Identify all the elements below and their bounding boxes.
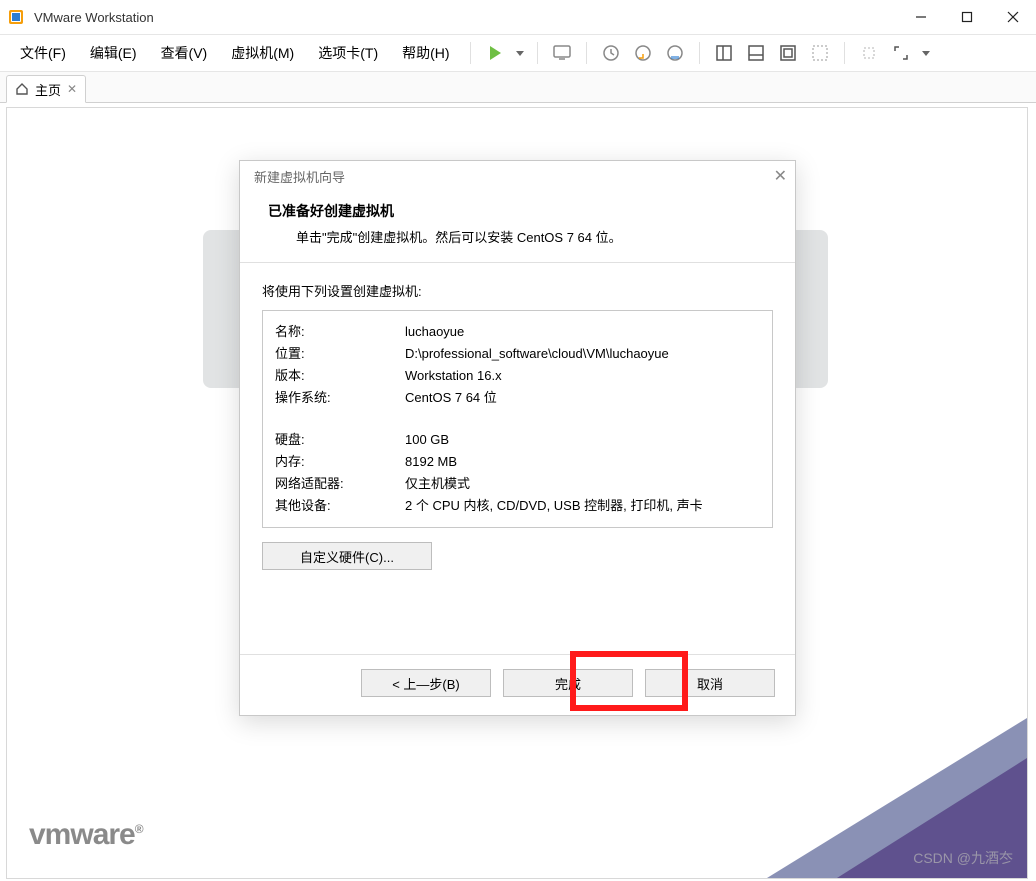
- tab-home[interactable]: 主页 ✕: [6, 75, 86, 103]
- toolbar-separator: [537, 42, 538, 64]
- watermark: CSDN @九酒冭: [913, 848, 1013, 868]
- menu-view[interactable]: 查看(V): [151, 39, 218, 67]
- label-name: 名称:: [275, 321, 405, 343]
- vmware-logo: vmware®: [29, 818, 143, 852]
- menu-vm[interactable]: 虚拟机(M): [221, 39, 304, 67]
- row-disk: 硬盘: 100 GB: [275, 429, 760, 451]
- content-area: 新建虚拟机向导 ✕ 已准备好创建虚拟机 单击"完成"创建虚拟机。然后可以安装 C…: [6, 107, 1028, 879]
- customize-hardware-button[interactable]: 自定义硬件(C)...: [262, 542, 432, 570]
- row-version: 版本: Workstation 16.x: [275, 365, 760, 387]
- label-location: 位置:: [275, 343, 405, 365]
- stretch-guest-icon[interactable]: [855, 39, 883, 67]
- dialog-subtext: 单击"完成"创建虚拟机。然后可以安装 CentOS 7 64 位。: [268, 227, 777, 246]
- label-network: 网络适配器:: [275, 473, 405, 495]
- send-to-vm-icon[interactable]: [548, 39, 576, 67]
- cancel-button[interactable]: 取消: [645, 669, 775, 697]
- fullscreen-dropdown[interactable]: [919, 39, 933, 67]
- dialog-footer: < 上—步(B) 完成 取消: [240, 654, 795, 715]
- value-network: 仅主机模式: [405, 473, 760, 495]
- label-disk: 硬盘:: [275, 429, 405, 451]
- tab-close-icon[interactable]: ✕: [67, 82, 77, 96]
- menu-edit[interactable]: 编辑(E): [80, 39, 147, 67]
- power-on-button[interactable]: [481, 39, 509, 67]
- maximize-button[interactable]: [944, 0, 990, 34]
- titlebar: VMware Workstation: [0, 0, 1036, 35]
- toolbar-separator: [586, 42, 587, 64]
- label-other: 其他设备:: [275, 495, 405, 517]
- view-thumbnail-icon[interactable]: [742, 39, 770, 67]
- vmware-app-icon: [8, 9, 24, 25]
- menu-help[interactable]: 帮助(H): [392, 39, 459, 67]
- value-os: CentOS 7 64 位: [405, 387, 760, 409]
- menu-file[interactable]: 文件(F): [10, 39, 76, 67]
- row-os: 操作系统: CentOS 7 64 位: [275, 387, 760, 409]
- row-other: 其他设备: 2 个 CPU 内核, CD/DVD, USB 控制器, 打印机, …: [275, 495, 760, 517]
- row-network: 网络适配器: 仅主机模式: [275, 473, 760, 495]
- row-memory: 内存: 8192 MB: [275, 451, 760, 473]
- menu-tabs[interactable]: 选项卡(T): [308, 39, 388, 67]
- tab-home-label: 主页: [35, 80, 61, 99]
- view-single-icon[interactable]: [710, 39, 738, 67]
- toolbar-separator: [699, 42, 700, 64]
- label-os: 操作系统:: [275, 387, 405, 409]
- snapshot-revert-icon[interactable]: [629, 39, 657, 67]
- new-vm-wizard-dialog: 新建虚拟机向导 ✕ 已准备好创建虚拟机 单击"完成"创建虚拟机。然后可以安装 C…: [239, 160, 796, 716]
- value-version: Workstation 16.x: [405, 365, 760, 387]
- label-memory: 内存:: [275, 451, 405, 473]
- window-title: VMware Workstation: [34, 10, 898, 25]
- snapshot-manager-icon[interactable]: [661, 39, 689, 67]
- home-icon: [15, 82, 29, 96]
- value-location: D:\professional_software\cloud\VM\luchao…: [405, 343, 760, 365]
- dialog-title: 新建虚拟机向导: [254, 167, 345, 186]
- toolbar-separator: [470, 42, 471, 64]
- view-unity-icon[interactable]: [774, 39, 802, 67]
- dialog-heading: 已准备好创建虚拟机: [268, 201, 777, 221]
- value-name: luchaoyue: [405, 321, 760, 343]
- row-name: 名称: luchaoyue: [275, 321, 760, 343]
- snapshot-icon[interactable]: [597, 39, 625, 67]
- back-button[interactable]: < 上—步(B): [361, 669, 491, 697]
- menubar: 文件(F) 编辑(E) 查看(V) 虚拟机(M) 选项卡(T) 帮助(H): [0, 35, 1036, 72]
- value-disk: 100 GB: [405, 429, 760, 451]
- dialog-close-icon[interactable]: ✕: [774, 166, 787, 186]
- toolbar-separator: [844, 42, 845, 64]
- minimize-button[interactable]: [898, 0, 944, 34]
- settings-intro: 将使用下列设置创建虚拟机:: [262, 281, 773, 300]
- view-fullscreen-icon[interactable]: [806, 39, 834, 67]
- label-version: 版本:: [275, 365, 405, 387]
- enter-fullscreen-icon[interactable]: [887, 39, 915, 67]
- row-location: 位置: D:\professional_software\cloud\VM\lu…: [275, 343, 760, 365]
- tabbar: 主页 ✕: [0, 72, 1036, 103]
- settings-box: 名称: luchaoyue 位置: D:\professional_softwa…: [262, 310, 773, 528]
- power-dropdown[interactable]: [513, 39, 527, 67]
- value-other: 2 个 CPU 内核, CD/DVD, USB 控制器, 打印机, 声卡: [405, 495, 760, 517]
- value-memory: 8192 MB: [405, 451, 760, 473]
- close-button[interactable]: [990, 0, 1036, 34]
- finish-button[interactable]: 完成: [503, 669, 633, 697]
